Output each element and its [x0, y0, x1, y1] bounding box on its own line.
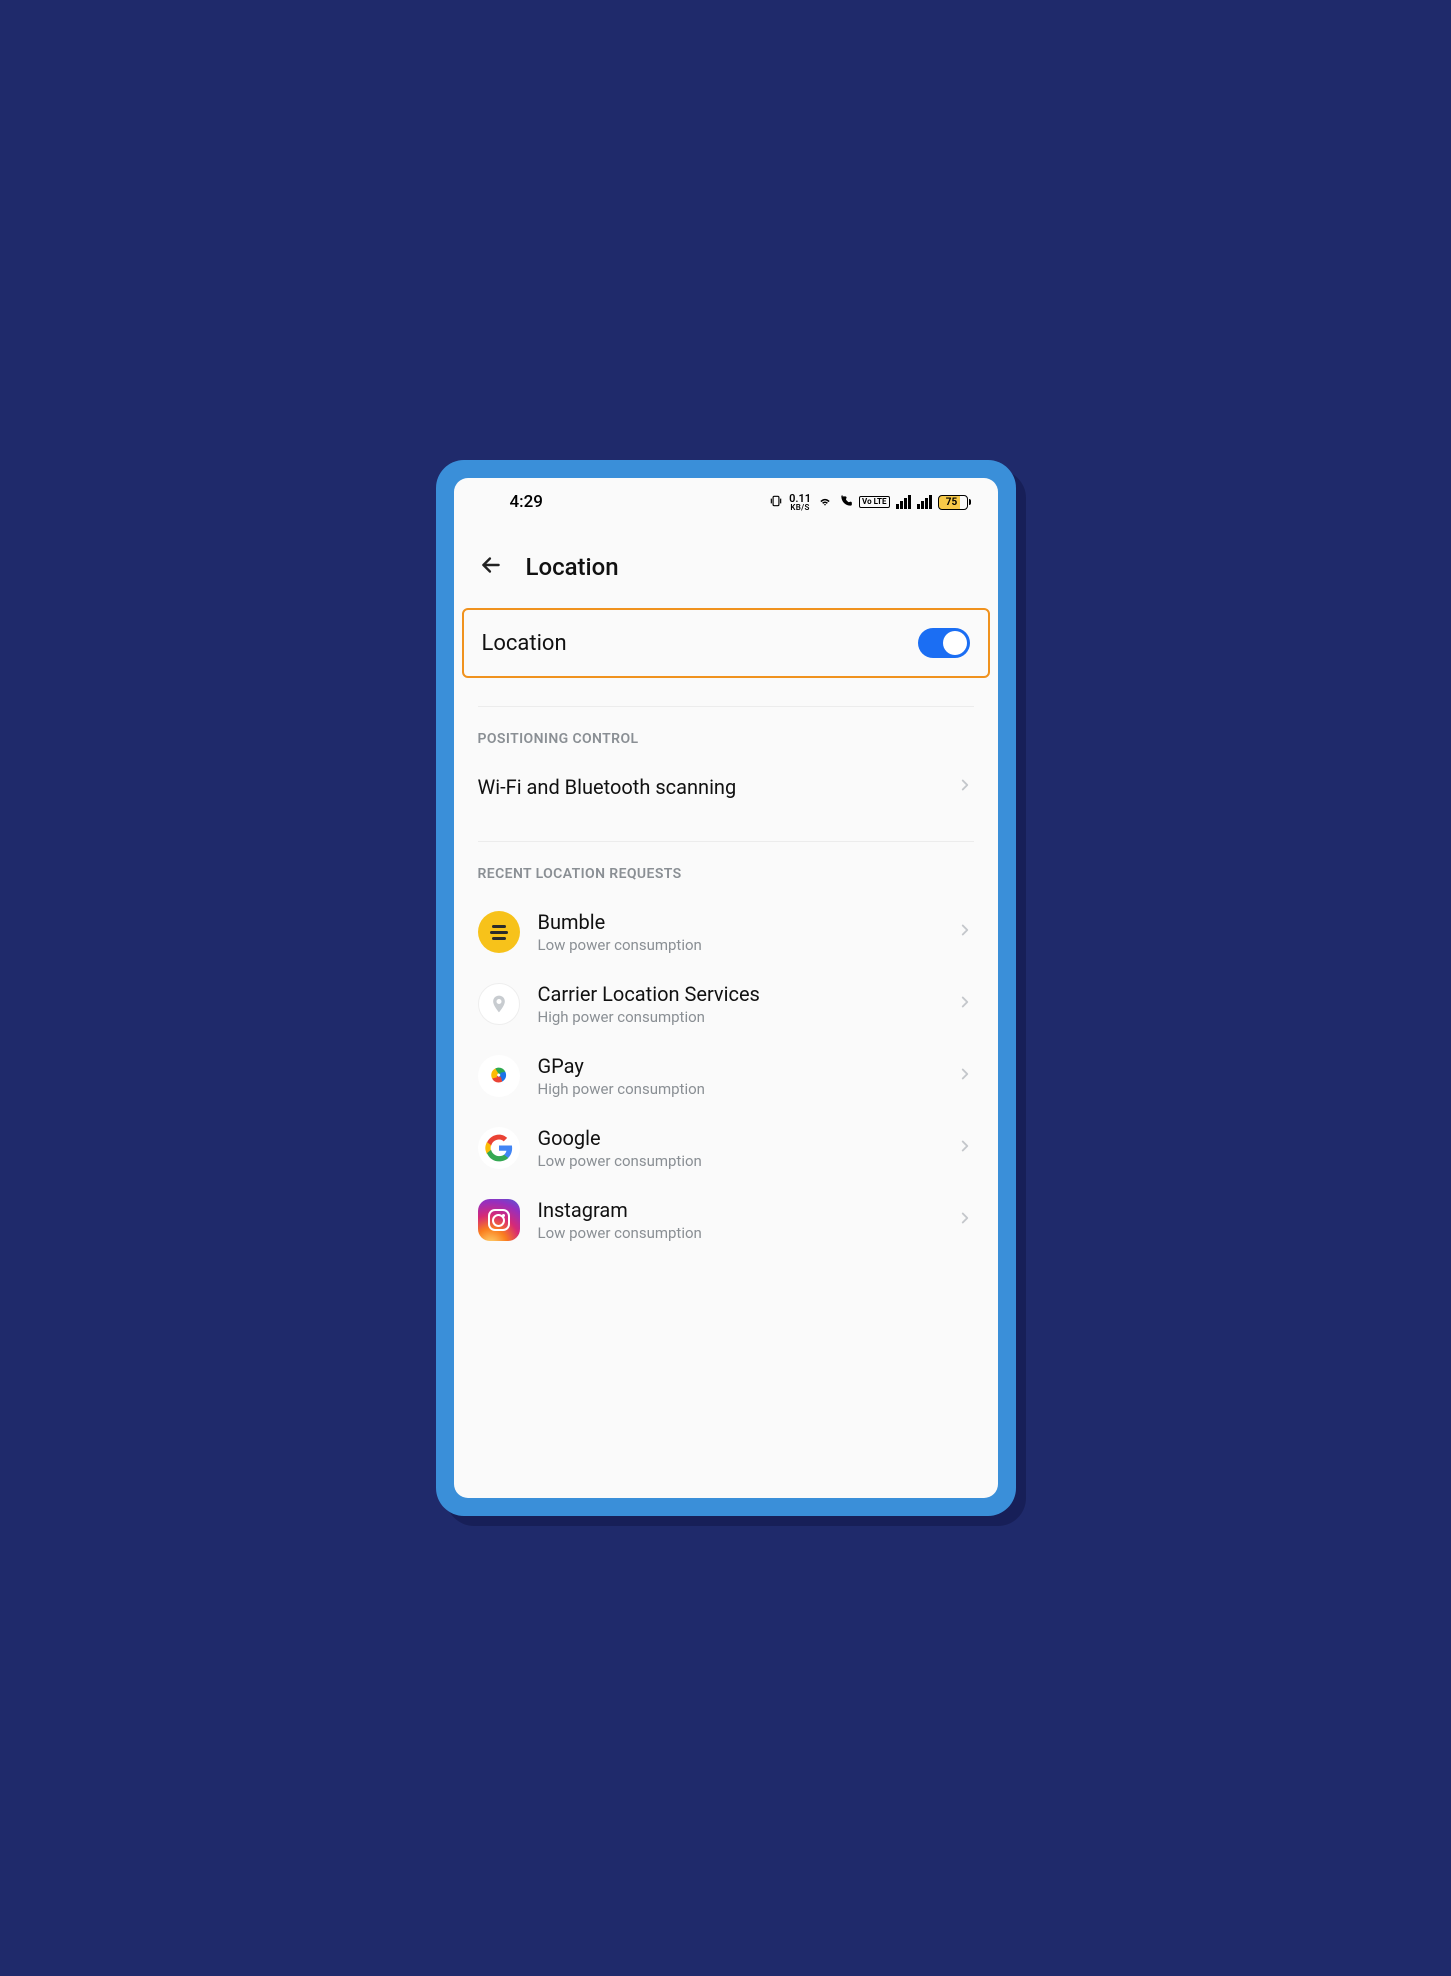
page-title: Location	[526, 553, 619, 581]
row-title: Wi-Fi and Bluetooth scanning	[478, 775, 956, 799]
row-subtitle: Low power consumption	[538, 1152, 938, 1170]
screen: 4:29 0.11 KB/S Vo LTE 75	[454, 478, 998, 1498]
wifi-calling-icon	[839, 494, 853, 511]
phone-frame: 4:29 0.11 KB/S Vo LTE 75	[436, 460, 1016, 1516]
chevron-right-icon	[956, 776, 974, 798]
row-title: Carrier Location Services	[538, 982, 938, 1006]
row-title: Bumble	[538, 910, 938, 934]
location-toggle-label: Location	[482, 631, 567, 656]
row-app-bumble[interactable]: Bumble Low power consumption	[454, 896, 998, 968]
chevron-right-icon	[956, 1209, 974, 1231]
row-app-instagram[interactable]: Instagram Low power consumption	[454, 1184, 998, 1256]
location-toggle-switch[interactable]	[918, 628, 970, 658]
location-toggle-row[interactable]: Location	[462, 608, 990, 678]
battery-indicator: 75	[938, 495, 968, 510]
row-app-gpay[interactable]: GPay High power consumption	[454, 1040, 998, 1112]
gpay-icon	[478, 1055, 520, 1097]
location-pin-icon	[478, 983, 520, 1025]
bumble-icon	[478, 911, 520, 953]
chevron-right-icon	[956, 1137, 974, 1159]
section-header-recent: RECENT LOCATION REQUESTS	[454, 866, 998, 896]
row-subtitle: Low power consumption	[538, 936, 938, 954]
page-header: Location	[454, 522, 998, 608]
clock: 4:29	[510, 492, 543, 512]
vibrate-icon	[769, 494, 783, 511]
row-subtitle: High power consumption	[538, 1080, 938, 1098]
status-bar: 4:29 0.11 KB/S Vo LTE 75	[454, 478, 998, 522]
divider	[478, 706, 974, 707]
row-wifi-bt-scanning[interactable]: Wi-Fi and Bluetooth scanning	[454, 761, 998, 813]
signal-1-icon	[896, 495, 911, 509]
row-title: GPay	[538, 1054, 938, 1078]
back-icon[interactable]	[478, 552, 504, 582]
divider	[478, 841, 974, 842]
chevron-right-icon	[956, 993, 974, 1015]
section-header-positioning: POSITIONING CONTROL	[454, 731, 998, 761]
instagram-icon	[478, 1199, 520, 1241]
chevron-right-icon	[956, 1065, 974, 1087]
google-icon	[478, 1127, 520, 1169]
net-speed: 0.11 KB/S	[789, 493, 811, 512]
status-indicators: 0.11 KB/S Vo LTE 75	[769, 493, 967, 512]
wifi-icon	[817, 494, 833, 511]
signal-2-icon	[917, 495, 932, 509]
volte-icon: Vo LTE	[859, 496, 889, 508]
row-title: Instagram	[538, 1198, 938, 1222]
row-subtitle: Low power consumption	[538, 1224, 938, 1242]
row-subtitle: High power consumption	[538, 1008, 938, 1026]
row-title: Google	[538, 1126, 938, 1150]
chevron-right-icon	[956, 921, 974, 943]
row-app-carrier-location[interactable]: Carrier Location Services High power con…	[454, 968, 998, 1040]
row-app-google[interactable]: Google Low power consumption	[454, 1112, 998, 1184]
